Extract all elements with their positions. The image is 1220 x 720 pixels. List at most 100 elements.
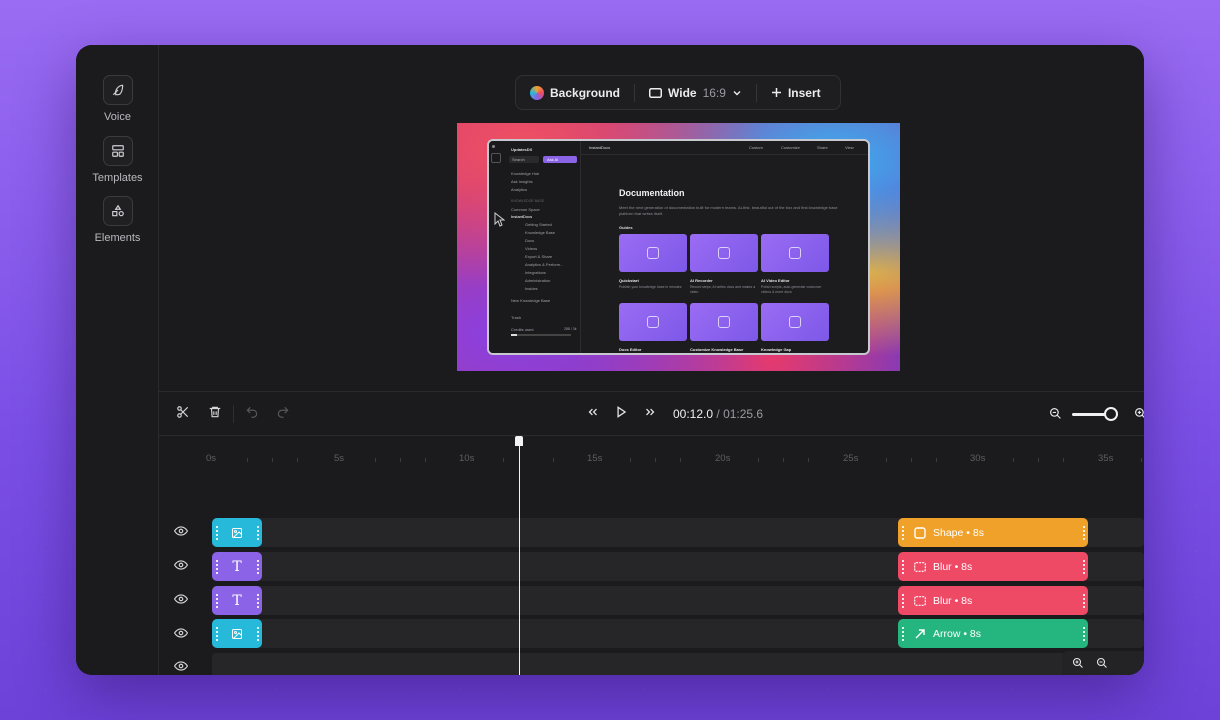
preview-card: AI Video Editor Polish scripts, auto-gene… — [761, 234, 829, 295]
playhead-handle[interactable] — [515, 436, 523, 446]
play-icon[interactable] — [614, 405, 628, 419]
clip-handle-left[interactable] — [212, 552, 221, 581]
shape-clip[interactable]: Shape • 8s — [898, 518, 1088, 547]
sidebar-item-voice[interactable]: Voice — [76, 75, 159, 123]
preview-description: Meet the next generation of documentatio… — [619, 205, 838, 216]
clip-handle-left[interactable] — [898, 518, 907, 547]
ruler-tick — [783, 458, 784, 462]
clip-handle-right[interactable] — [1079, 586, 1088, 615]
image-icon — [232, 628, 242, 639]
rewind-icon[interactable] — [586, 405, 600, 419]
preview-kb-item: Videos — [525, 246, 538, 251]
zoom-slider-handle[interactable] — [1104, 407, 1118, 421]
text-clip[interactable]: T — [212, 586, 262, 615]
zoom-in-icon[interactable] — [1072, 657, 1084, 669]
preview-customize: Customize — [781, 145, 800, 150]
sidebar-item-elements[interactable]: Elements — [76, 196, 159, 244]
ruler-tick — [758, 458, 759, 462]
background-button[interactable]: Background — [516, 76, 634, 109]
background-label: Background — [550, 85, 621, 100]
preview-custom: Custom — [749, 145, 763, 150]
timeline-track: Shape • 8s — [212, 518, 1144, 547]
fast-forward-icon[interactable] — [643, 405, 657, 419]
clip-handle-right[interactable] — [253, 518, 262, 547]
ruler-tick — [680, 458, 681, 462]
timeline-track: T Blur • 8s — [212, 552, 1144, 581]
sidebar-item-label: Templates — [92, 172, 143, 184]
ruler-label: 25s — [843, 453, 859, 464]
clip-handle-left[interactable] — [898, 552, 907, 581]
ruler-tick — [1013, 458, 1014, 462]
blur-clip[interactable]: Blur • 8s — [898, 586, 1088, 615]
clip-handle-right[interactable] — [1079, 619, 1088, 648]
ruler-tick — [272, 458, 273, 462]
timeline-track: T Blur • 8s — [212, 586, 1144, 615]
playhead[interactable] — [519, 436, 520, 675]
clip-handle-right[interactable] — [1079, 518, 1088, 547]
clip-handle-left[interactable] — [212, 518, 221, 547]
image-clip[interactable] — [212, 619, 262, 648]
clip-handle-right[interactable] — [1079, 552, 1088, 581]
arrow-icon — [915, 628, 925, 638]
eye-icon[interactable] — [159, 594, 203, 604]
ruler-tick — [247, 458, 248, 462]
ratio-label: 16:9 — [702, 85, 726, 100]
preview-kb-item: Integrations — [525, 270, 546, 275]
preview-nav-item: Ask Insights — [511, 179, 533, 184]
preview-nav-item: Analytics — [511, 187, 528, 192]
preview-search: Search — [509, 156, 539, 163]
ruler-tick — [936, 458, 937, 462]
preview-sidebar: UpdatesDX Search Ask AI Knowledge Hub As… — [489, 141, 581, 353]
clip-handle-left[interactable] — [898, 586, 907, 615]
scissors-icon[interactable] — [176, 405, 190, 419]
clip-handle-right[interactable] — [253, 552, 262, 581]
ruler-tick — [400, 458, 401, 462]
eye-icon[interactable] — [159, 526, 203, 536]
canvas-stage: Background Wide 16:9 Insert UpdatesDX Se… — [159, 55, 1144, 391]
clip-label: Blur • 8s — [933, 560, 973, 573]
trash-icon[interactable] — [208, 405, 222, 419]
sidebar-toggle-icon — [491, 153, 501, 163]
chevron-down-icon — [733, 90, 741, 95]
editor-window: Voice Templates Elements Background Wide — [76, 45, 1144, 675]
undo-icon[interactable] — [245, 405, 259, 419]
arrow-clip[interactable]: Arrow • 8s — [898, 619, 1088, 648]
preview-tab: InstantDocs — [589, 145, 611, 150]
preview-card: Quickstart Publish your knowledge base in… — [619, 234, 687, 290]
preview-kb-item: Administration — [525, 278, 551, 283]
clip-label: Arrow • 8s — [933, 627, 982, 640]
preview-new-kb: New Knowledge Base — [511, 298, 551, 303]
clip-handle-right[interactable] — [253, 619, 262, 648]
blur-clip[interactable]: Blur • 8s — [898, 552, 1088, 581]
eye-icon[interactable] — [159, 661, 203, 671]
ruler-tick — [375, 458, 376, 462]
clip-handle-left[interactable] — [212, 619, 221, 648]
zoom-out-icon[interactable] — [1096, 657, 1108, 669]
image-clip[interactable] — [212, 518, 262, 547]
layout-dropdown[interactable]: Wide 16:9 — [635, 76, 756, 109]
preview-kb-item: Export & Share — [525, 254, 553, 259]
clip-handle-left[interactable] — [898, 619, 907, 648]
zoom-in-icon[interactable] — [1134, 407, 1144, 420]
preview-credits-label: Credits used — [511, 327, 534, 332]
text-clip[interactable]: T — [212, 552, 262, 581]
time-ruler[interactable]: 0s 5s 10s 15s 20s 25s 30s 35s — [159, 436, 1144, 466]
preview-kb-item: Knowledge Base — [525, 230, 556, 235]
ruler-tick — [655, 458, 656, 462]
left-sidebar: Voice Templates Elements — [76, 45, 159, 675]
insert-button[interactable]: Insert — [757, 76, 835, 109]
sidebar-item-templates[interactable]: Templates — [76, 136, 159, 184]
eye-icon[interactable] — [159, 560, 203, 570]
preview-topbar: InstantDocs Custom Customize Share View — [581, 141, 868, 155]
clip-handle-right[interactable] — [253, 586, 262, 615]
preview-nav-item: Knowledge Hub — [511, 171, 540, 176]
zoom-out-icon[interactable] — [1049, 407, 1062, 420]
ruler-tick — [553, 458, 554, 462]
preview-kb-item: Getting Started — [525, 222, 552, 227]
ruler-tick — [1141, 458, 1142, 462]
eye-icon[interactable] — [159, 628, 203, 638]
redo-icon[interactable] — [276, 405, 290, 419]
video-preview[interactable]: UpdatesDX Search Ask AI Knowledge Hub As… — [457, 123, 900, 371]
clip-handle-left[interactable] — [212, 586, 221, 615]
preview-app-name: UpdatesDX — [511, 147, 533, 152]
